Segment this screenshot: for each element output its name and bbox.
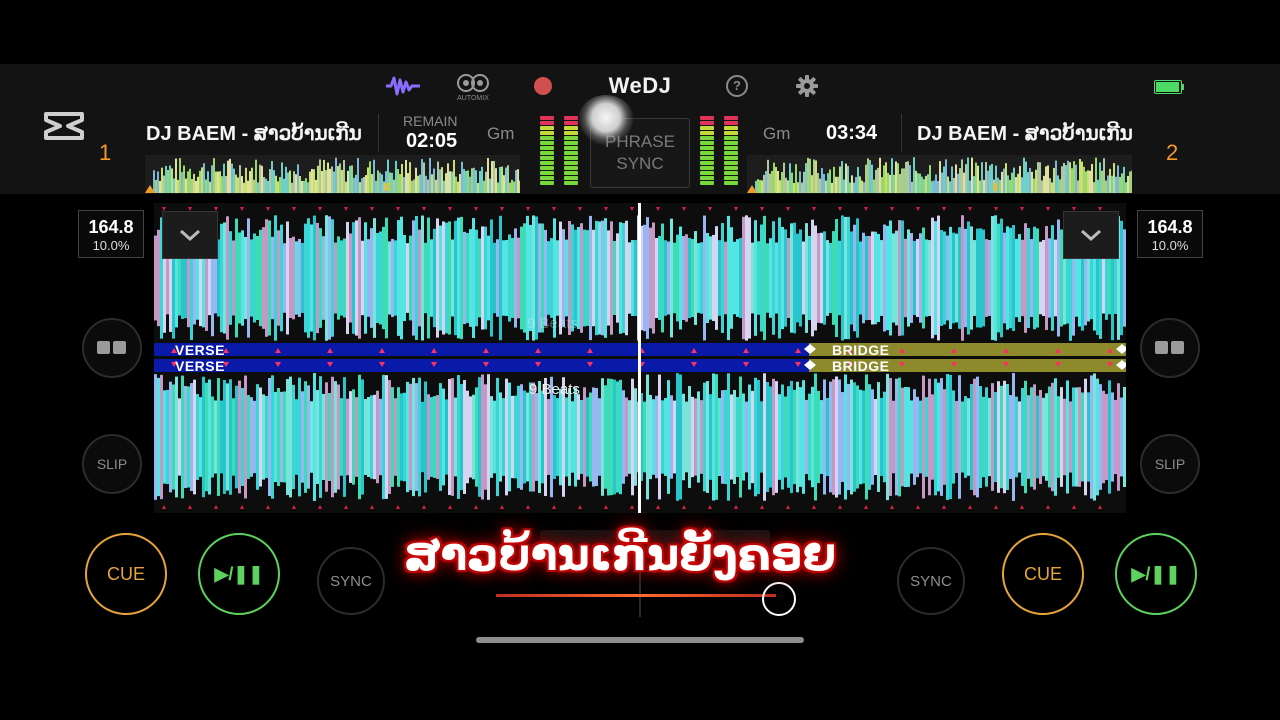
section-label-verse: VERSE xyxy=(175,342,225,358)
deck2-key: Gm xyxy=(763,124,791,143)
deck1-collapse-button[interactable] xyxy=(162,211,218,259)
deck1-play-pause-button[interactable]: ▶/❚❚ xyxy=(198,533,280,615)
capcut-logo-icon xyxy=(44,112,84,140)
beats-label-top: 9 Beats xyxy=(527,315,578,332)
home-indicator[interactable] xyxy=(476,637,804,643)
settings-button[interactable] xyxy=(795,72,819,100)
automix-icon xyxy=(457,73,489,92)
deck1-level-meter-right xyxy=(564,116,578,188)
waveform-icon xyxy=(386,76,420,96)
deck1-overview-waveform[interactable] xyxy=(145,155,520,193)
deck1-bpm-display[interactable]: 164.8 10.0% xyxy=(78,210,144,258)
deck2-play-pause-button[interactable]: ▶/❚❚ xyxy=(1115,533,1197,615)
phrase-sync-line2: SYNC xyxy=(616,154,664,173)
deck1-key: Gm xyxy=(487,124,515,143)
deck2-bpm: 164.8 xyxy=(1147,217,1193,237)
waveform-mode-button[interactable] xyxy=(384,72,422,100)
deck1-bpm: 164.8 xyxy=(88,217,134,237)
deck1-slip-button[interactable]: SLIP xyxy=(82,434,142,494)
deck2-level-meter-right xyxy=(724,116,738,188)
deck2-number: 2 xyxy=(1166,140,1179,165)
gear-icon xyxy=(796,75,818,97)
pads-icon xyxy=(1155,341,1184,354)
touch-indicator xyxy=(578,95,634,145)
deck2-track-title: DJ BAEM - ສາວບ້ານເກີນ xyxy=(917,123,1133,145)
record-button[interactable] xyxy=(530,72,556,100)
deck2-divider xyxy=(901,114,902,152)
chevron-down-icon xyxy=(180,229,200,241)
deck2-slip-button[interactable]: SLIP xyxy=(1140,434,1200,494)
deck1-remain-time: 02:05 xyxy=(406,130,458,152)
deck1-number: 1 xyxy=(99,140,112,165)
chevron-down-icon xyxy=(1081,229,1101,241)
main-waveform-area[interactable] xyxy=(154,203,1128,513)
record-icon xyxy=(534,77,552,95)
deck2-level-meter-left xyxy=(700,116,714,188)
deck1-cue-button[interactable]: CUE xyxy=(85,533,167,615)
deck1-mode-button[interactable] xyxy=(82,318,142,378)
section-label-verse: VERSE xyxy=(175,358,225,374)
deck2-time: 03:34 xyxy=(826,122,878,144)
main-waveform[interactable] xyxy=(154,203,1128,513)
lyric-subtitle: ສາວບ້ານເກີນຍັງຄອຍ xyxy=(404,530,836,581)
deck2-cue-button[interactable]: CUE xyxy=(1002,533,1084,615)
help-button[interactable]: ? xyxy=(725,72,749,100)
deck1-divider xyxy=(378,114,379,152)
deck2-pitch: 10.0% xyxy=(1151,238,1189,253)
deck2-sync-button[interactable]: SYNC xyxy=(897,547,965,615)
help-icon: ? xyxy=(726,75,748,97)
deck2-overview-waveform[interactable] xyxy=(747,155,1132,193)
deck1-level-meter-left xyxy=(540,116,554,188)
deck2-bpm-display[interactable]: 164.8 10.0% xyxy=(1137,210,1203,258)
automix-button[interactable]: AUTOMIX xyxy=(452,70,494,104)
deck1-remain-label: REMAIN xyxy=(403,113,458,129)
section-label-bridge: BRIDGE xyxy=(832,358,890,374)
deck2-mode-button[interactable] xyxy=(1140,318,1200,378)
automix-label: AUTOMIX xyxy=(457,94,489,102)
deck1-pitch: 10.0% xyxy=(92,238,130,253)
section-label-bridge: BRIDGE xyxy=(832,342,890,358)
pads-icon xyxy=(97,341,126,354)
deck2-collapse-button[interactable] xyxy=(1063,211,1119,259)
beats-label-bottom: 9 Beats xyxy=(529,381,580,398)
battery-icon xyxy=(1154,80,1184,94)
deck1-track-title: DJ BAEM - ສາວບ້ານເກີນ xyxy=(146,123,362,145)
